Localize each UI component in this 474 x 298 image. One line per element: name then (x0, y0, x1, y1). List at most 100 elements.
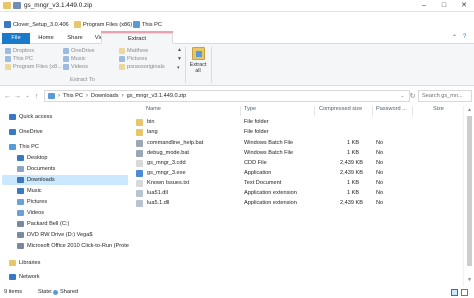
back-button[interactable]: ← (3, 91, 12, 102)
ribbon-body: Dropbox This PC Program Files (x8... One… (0, 44, 474, 86)
recent-locations-button[interactable]: ⌄ (23, 91, 32, 102)
tab-share[interactable]: Share (61, 33, 89, 44)
bookmark-program-files[interactable]: Program Files (x86) (74, 20, 132, 29)
file-name: commandline_help.bat (147, 140, 204, 146)
scroll-up-icon[interactable]: ▲ (177, 47, 182, 53)
collapse-ribbon-icon[interactable]: ⌃ (452, 34, 457, 41)
maximize-button[interactable]: □ (434, 0, 454, 12)
documents-icon (17, 166, 24, 172)
column-header-password[interactable]: Password ... (376, 106, 407, 116)
extract-to-program-files[interactable]: Program Files (x8... (5, 63, 62, 71)
file-password: No (376, 140, 384, 146)
extract-to-dropbox[interactable]: Dropbox (5, 47, 62, 55)
file-row[interactable]: gs_mngr_3.exe Application 2,439 KB No (133, 169, 463, 178)
extract-to-music[interactable]: Music (63, 55, 95, 63)
column-divider[interactable] (240, 106, 241, 116)
bookmark-clover-setup[interactable]: Clover_Setup_3.0.406 (4, 20, 69, 29)
bookmark-label: Program Files (x86) (83, 21, 133, 28)
batch-file-icon (136, 140, 143, 147)
nav-documents[interactable]: Documents (17, 164, 55, 174)
file-row[interactable]: gs_mngr_3.cdd CDD File 2,439 KB No (133, 159, 463, 168)
chevron-right-icon: › (121, 93, 124, 99)
nav-pictures[interactable]: Pictures (17, 197, 47, 207)
file-row[interactable]: lua51.dll Application extension 1 KB No (133, 189, 463, 198)
forward-button[interactable]: → (13, 91, 22, 102)
file-list: Name Type Compressed size Password ... S… (133, 106, 463, 286)
extract-all-button[interactable]: Extract all (189, 47, 207, 74)
network-icon (9, 274, 16, 280)
title-bar: gs_mngr_v3.1.449.0.zip – □ ✕ (0, 0, 474, 12)
file-row[interactable]: debug_mode.bat Windows Batch File 1 KB N… (133, 149, 463, 158)
column-header-type[interactable]: Type (244, 106, 256, 116)
scroll-up-arrow-icon[interactable]: ▲ (466, 107, 473, 113)
nav-desktop[interactable]: Desktop (17, 153, 48, 163)
large-icons-view-icon[interactable] (461, 289, 468, 296)
extract-to-matthew[interactable]: Matthew (119, 47, 165, 55)
extract-to-column-1: Dropbox This PC Program Files (x8... (5, 47, 62, 71)
quick-access-icon[interactable] (13, 2, 21, 9)
extract-to-column-3: Matthew Pictures psraosoriginals (119, 47, 165, 71)
file-row[interactable]: Known Issues.txt Text Document 1 KB No (133, 179, 463, 188)
extract-all-icon (191, 47, 205, 60)
scrollbar-thumb[interactable] (467, 116, 472, 266)
nav-quick-access[interactable]: Quick access (9, 112, 52, 122)
scroll-down-arrow-icon[interactable]: ▼ (466, 277, 473, 283)
extract-all-label: Extract all (189, 62, 207, 74)
extract-to-this-pc[interactable]: This PC (5, 55, 62, 63)
column-header-size[interactable]: Size (433, 106, 444, 116)
address-bar[interactable]: › This PC › Downloads › gs_mngr_v3.1.449… (44, 90, 410, 102)
nav-office-drive[interactable]: Microsoft Office 2010 Click-to-Run (Prot… (17, 241, 129, 251)
bookmark-label: Clover_Setup_3.0.406 (13, 21, 69, 28)
breadcrumb-zip[interactable]: gs_mngr_v3.1.449.0.zip (127, 93, 187, 99)
scroll-down-icon[interactable]: ▼ (177, 56, 182, 62)
address-dropdown-icon[interactable]: ⌄ (398, 91, 407, 102)
details-view-icon[interactable] (451, 289, 458, 296)
nav-libraries[interactable]: Libraries (9, 258, 40, 268)
file-row[interactable]: bin File folder (133, 118, 463, 127)
user-folder-icon (119, 48, 125, 54)
column-divider[interactable] (412, 106, 413, 116)
extract-to-pictures[interactable]: Pictures (119, 55, 165, 63)
tab-extract[interactable]: Extract (101, 33, 173, 44)
up-button[interactable]: ↑ (32, 91, 41, 102)
extract-to-psraosoriginals[interactable]: psraosoriginals (119, 63, 165, 71)
vertical-scrollbar[interactable]: ▲ ▼ (463, 106, 474, 286)
nav-network[interactable]: Network (9, 272, 40, 282)
close-button[interactable]: ✕ (454, 0, 474, 12)
file-compressed-size: 1 KB (347, 150, 360, 156)
nav-dvd-drive[interactable]: DVD RW Drive (D:) Vega$ (17, 230, 92, 240)
extract-to-videos[interactable]: Videos (63, 63, 95, 71)
more-icon[interactable]: ▾ (177, 65, 180, 71)
item-count: 9 items (4, 289, 23, 295)
file-password: No (376, 180, 384, 186)
column-header-name[interactable]: Name (146, 106, 161, 116)
refresh-icon[interactable]: ↻ (408, 91, 417, 102)
file-type: Text Document (244, 180, 282, 186)
minimize-button[interactable]: – (414, 0, 434, 12)
file-row[interactable]: lang File folder (133, 128, 463, 137)
tab-home[interactable]: Home (32, 33, 60, 44)
nav-downloads[interactable]: Downloads (2, 175, 128, 185)
breadcrumb-downloads[interactable]: Downloads (91, 93, 119, 99)
nav-this-pc[interactable]: This PC (9, 142, 39, 152)
column-divider[interactable] (372, 106, 373, 116)
help-icon[interactable]: ? (463, 34, 466, 40)
extract-to-onedrive[interactable]: OneDrive (63, 47, 95, 55)
status-bar: 9 items State: Shared (0, 288, 474, 298)
nav-onedrive[interactable]: OneDrive (9, 127, 43, 137)
file-row[interactable]: lua5.1.dll Application extension 2,439 K… (133, 199, 463, 208)
tab-file[interactable]: File (2, 33, 30, 44)
ribbon-separator (185, 47, 186, 83)
nav-music[interactable]: Music (17, 186, 42, 196)
breadcrumb-this-pc[interactable]: This PC (63, 93, 83, 99)
search-input[interactable]: Search gs_mn... (418, 90, 472, 102)
file-row[interactable]: commandline_help.bat Windows Batch File … (133, 139, 463, 148)
file-compressed-size: 2,439 KB (340, 160, 364, 166)
folder-icon (5, 64, 11, 70)
nav-videos[interactable]: Videos (17, 208, 44, 218)
column-header-compressed-size[interactable]: Compressed size (319, 106, 362, 116)
nav-drive-c[interactable]: Packard Bell (C:) (17, 219, 69, 229)
column-divider[interactable] (314, 106, 315, 116)
bookmark-this-pc[interactable]: This PC (133, 20, 162, 29)
file-password: No (376, 160, 384, 166)
